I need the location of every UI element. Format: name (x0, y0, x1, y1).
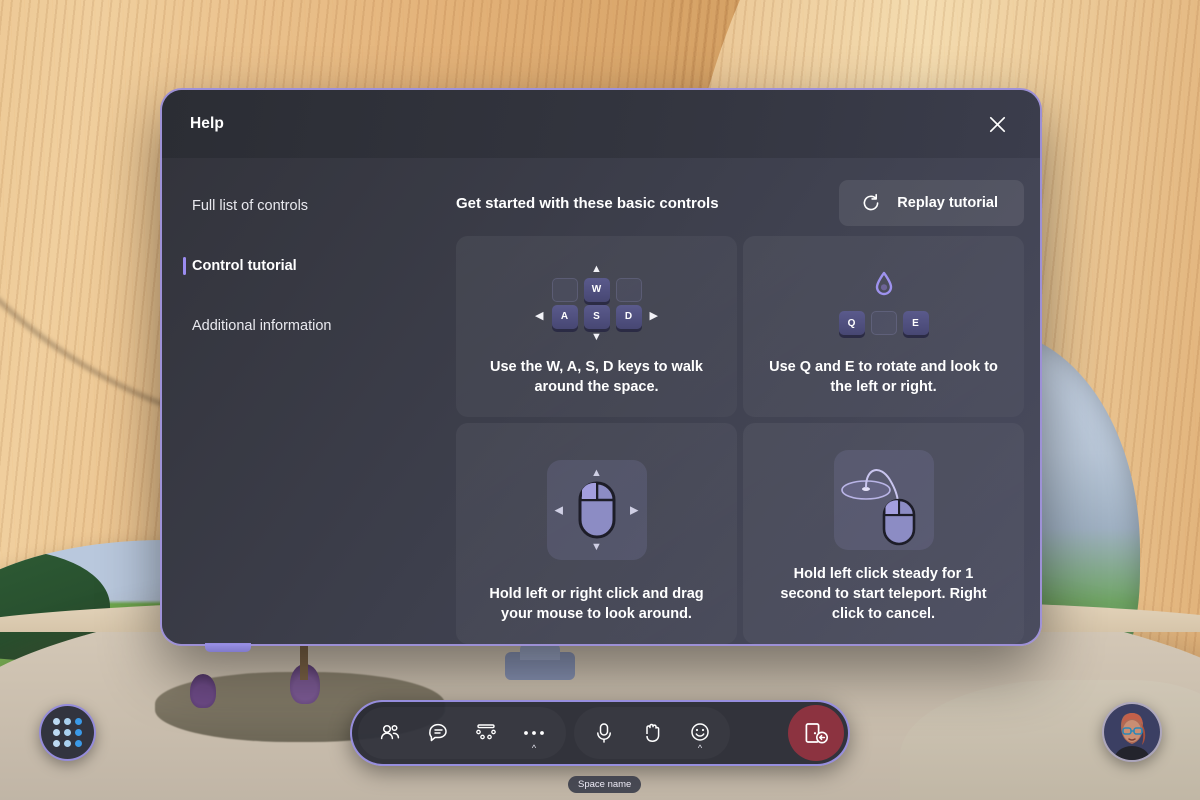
tutorial-card-wasd: ▲ W ◀ A S D ▶ ▼ Use the W, A, S, D keys … (456, 236, 737, 417)
chat-icon (429, 723, 447, 742)
teleport-visual (769, 445, 998, 557)
content-heading: Get started with these basic controls (456, 194, 719, 212)
grid-dot (75, 729, 82, 736)
panel-body: Full list of controls Control tutorial A… (162, 158, 1040, 644)
refresh-icon (863, 193, 879, 211)
help-panel: Help Full list of controls Control tutor… (160, 88, 1042, 646)
more-icon (524, 731, 544, 735)
panel-header: Help (162, 90, 1040, 158)
grid-dot (64, 729, 71, 736)
arrow-up-icon: ▲ (591, 467, 602, 480)
qe-visual: Q E (769, 258, 998, 349)
key-a: A (551, 304, 578, 329)
tutorial-card-teleport: Hold left click steady for 1 second to s… (743, 422, 1024, 644)
arrow-right-icon: ▶ (649, 310, 658, 323)
user-avatar[interactable] (1102, 702, 1162, 762)
help-sidebar: Full list of controls Control tutorial A… (162, 158, 452, 644)
spatial-audio-icon (476, 724, 496, 740)
key-blank-middle (870, 311, 897, 336)
toolbar-group-primary: ^ (358, 707, 566, 759)
emoji-icon (691, 723, 709, 741)
card-caption: Hold left click steady for 1 second to s… (780, 566, 987, 622)
key-w: W (583, 277, 610, 302)
people-button[interactable] (366, 709, 414, 757)
arrow-right-icon: ▶ (630, 504, 639, 517)
grid-dot (75, 740, 82, 747)
mouse-look-visual: ▲ ▼ ◀ ▶ (482, 445, 711, 577)
sidebar-item-full-list-of-controls[interactable]: Full list of controls (162, 186, 452, 226)
replay-tutorial-label: Replay tutorial (897, 195, 998, 211)
sidebar-item-label: Full list of controls (192, 198, 309, 214)
close-button[interactable] (980, 107, 1014, 141)
page-title: Help (190, 115, 224, 132)
chevron-up-icon: ^ (697, 743, 703, 753)
teleport-mouse-icon (840, 469, 915, 546)
arrow-left-icon: ◀ (554, 504, 563, 517)
bottom-toolbar: ^ ^ (350, 700, 850, 766)
spatial-audio-button[interactable] (462, 709, 510, 757)
help-content: Get started with these basic controls Re… (452, 158, 1040, 644)
key-d: D (615, 304, 642, 329)
key-blank-right (615, 277, 642, 302)
microphone-icon (597, 723, 611, 743)
grid-dot (75, 718, 82, 725)
sidebar-item-additional-information[interactable]: Additional information (162, 306, 452, 346)
teleport-tile (833, 450, 934, 551)
close-icon (989, 116, 1005, 132)
key-blank-left (551, 277, 578, 302)
tutorial-card-mouse-look: ▲ ▼ ◀ ▶ Hold left or right click and dra… (456, 422, 737, 644)
panel-drag-handle[interactable] (205, 643, 251, 652)
avatar-illustration (1104, 704, 1160, 760)
arrow-up-icon: ▲ (591, 262, 602, 275)
replay-tutorial-button[interactable]: Replay tutorial (839, 180, 1024, 226)
sidebar-item-label: Additional information (192, 318, 332, 334)
arrow-down-icon: ▼ (591, 541, 602, 554)
card-caption: Use the W, A, S, D keys to walk around t… (489, 358, 703, 395)
key-q: Q (838, 311, 865, 336)
sofa-mid-back (520, 644, 560, 660)
grid-dot (64, 740, 71, 747)
space-name-chip[interactable]: Space name (568, 776, 642, 793)
content-header: Get started with these basic controls Re… (452, 180, 1024, 226)
mic-button[interactable] (580, 709, 628, 757)
toolbar-group-media: ^ (574, 707, 730, 759)
tutorial-cards: ▲ W ◀ A S D ▶ ▼ Use the W, A, S, D keys … (452, 236, 1024, 644)
card-caption: Hold left or right click and drag your m… (489, 586, 704, 622)
raise-hand-icon (646, 723, 660, 742)
chat-button[interactable] (414, 709, 462, 757)
grid-dot (53, 740, 60, 747)
arrow-down-icon: ▼ (591, 330, 602, 343)
more-button[interactable]: ^ (510, 709, 558, 757)
mouse-drag-tile: ▲ ▼ ◀ ▶ (546, 460, 647, 561)
raise-hand-button[interactable] (628, 709, 676, 757)
arrow-left-icon: ◀ (535, 310, 544, 323)
wasd-visual: ▲ W ◀ A S D ▶ ▼ (482, 258, 711, 349)
tutorial-card-qe: Q E Use Q and E to rotate and look to th… (743, 236, 1024, 417)
sidebar-item-label: Control tutorial (192, 258, 297, 274)
mouse-icon (578, 481, 615, 539)
reactions-button[interactable]: ^ (676, 709, 724, 757)
grid-dot (53, 729, 60, 736)
rotate-droplet-icon (875, 272, 892, 296)
grid-dot (53, 718, 60, 725)
key-s: S (583, 304, 610, 329)
key-e: E (902, 311, 929, 336)
space-name-label: Space name (578, 779, 632, 790)
leave-button[interactable] (788, 705, 844, 761)
plant-a (190, 674, 216, 708)
chevron-up-icon: ^ (531, 743, 537, 753)
leave-door-icon (805, 723, 828, 744)
grid-dot (64, 718, 71, 725)
people-icon (380, 724, 400, 740)
sidebar-item-control-tutorial[interactable]: Control tutorial (162, 246, 452, 286)
card-caption: Use Q and E to rotate and look to the le… (769, 358, 998, 395)
apps-grid-button[interactable] (39, 704, 96, 761)
